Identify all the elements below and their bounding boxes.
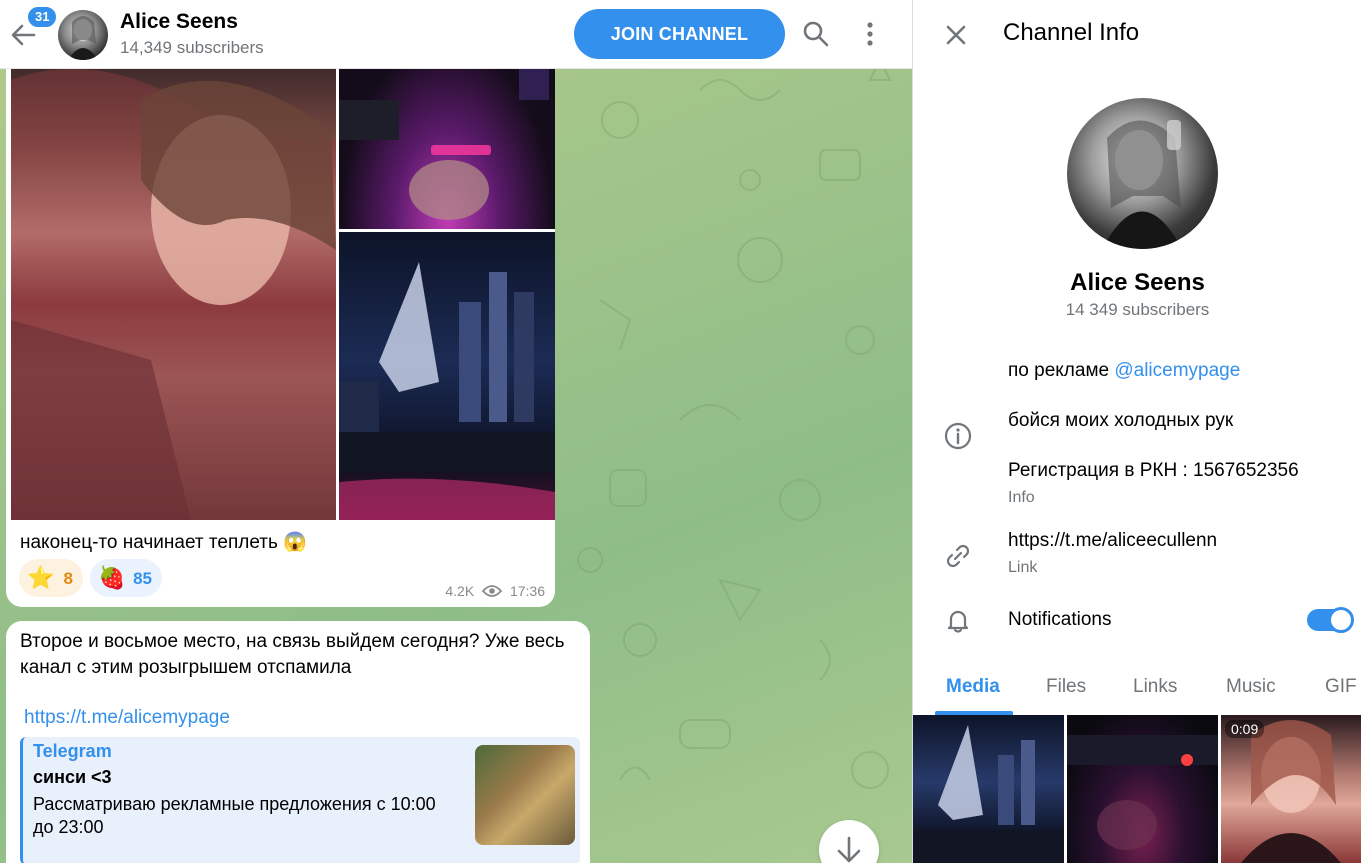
tab-gif[interactable]: GIF (1325, 676, 1357, 698)
album-photo-city-night[interactable] (339, 232, 555, 520)
bio-mention-link[interactable]: @alicemypage (1114, 360, 1240, 381)
chat-header: 31 Alice Seens 14,349 subscribers JOIN C… (0, 0, 912, 69)
tab-links[interactable]: Links (1133, 676, 1177, 698)
message-caption: наконец-то начинает теплеть 😱 (20, 532, 307, 553)
channel-info-panel: Channel Info Alice Seens 14 349 subscrib… (912, 0, 1361, 863)
panel-title: Channel Info (1003, 19, 1140, 46)
close-icon[interactable] (941, 20, 971, 50)
tab-files[interactable]: Files (1046, 676, 1086, 698)
reaction-strawberry[interactable]: 🍓 85 (90, 559, 162, 597)
strawberry-icon: 🍓 (98, 565, 126, 590)
channel-avatar[interactable] (58, 10, 108, 60)
video-duration: 0:09 (1225, 720, 1265, 738)
channel-title[interactable]: Alice Seens (120, 10, 238, 34)
link-icon (946, 544, 970, 568)
media-tile-video[interactable]: 0:09 (1221, 715, 1361, 863)
media-tile-car[interactable] (1067, 715, 1218, 863)
channel-name: Alice Seens (1070, 269, 1205, 296)
link-preview[interactable]: Telegram синси <3 Рассматриваю рекламные… (20, 737, 580, 863)
search-icon[interactable] (800, 18, 832, 50)
bio-line-3: Регистрация в РКН : 1567652356 (1008, 460, 1299, 481)
notifications-label: Notifications (1008, 609, 1112, 630)
reaction-count: 85 (133, 569, 152, 588)
bell-icon (947, 610, 969, 633)
notifications-toggle[interactable] (1307, 607, 1354, 633)
preview-site-name: Telegram (33, 741, 112, 761)
chevron-down-icon (837, 836, 861, 863)
reaction-count: 8 (63, 569, 73, 588)
message-text: Второе и восьмое место, на связь выйдем … (6, 621, 590, 863)
channel-subscriber-count: 14,349 subscribers (120, 38, 264, 57)
album-photo-selfie[interactable] (11, 40, 336, 520)
join-channel-button[interactable]: JOIN CHANNEL (574, 9, 785, 59)
message-link[interactable]: https://t.me/alicemypage (24, 707, 230, 729)
message-time: 17:36 (509, 583, 545, 599)
channel-avatar-large[interactable] (1067, 98, 1218, 249)
channel-link[interactable]: https://t.me/aliceecullenn (1008, 530, 1217, 552)
channel-subscribers: 14 349 subscribers (1065, 300, 1210, 319)
unread-count-badge: 31 (26, 5, 59, 29)
preview-title: синси <3 (33, 767, 112, 787)
tab-media[interactable]: Media (946, 676, 1000, 698)
bio-prefix: по рекламе (1008, 360, 1115, 381)
tab-music[interactable]: Music (1226, 676, 1276, 698)
reaction-star[interactable]: ⭐ 8 (19, 559, 83, 597)
chat-pane: 31 Alice Seens 14,349 subscribers JOIN C… (0, 0, 912, 863)
bio-line-advertising: по рекламе @alicemypage (1008, 360, 1240, 382)
star-icon: ⭐ (27, 565, 55, 590)
message-meta: 4.2K 17:36 (445, 583, 545, 599)
toggle-knob (1328, 607, 1354, 633)
scroll-to-bottom-button[interactable] (819, 820, 879, 863)
preview-thumbnail (475, 745, 575, 845)
info-icon (944, 422, 972, 450)
eye-icon (481, 585, 503, 597)
bio-caption: Info (1008, 489, 1035, 506)
media-tile-city[interactable] (913, 715, 1064, 863)
more-options-icon[interactable] (854, 18, 886, 50)
message-album: наконец-то начинает теплеть 😱 ⭐ 8 🍓 85 4… (6, 40, 555, 607)
link-caption: Link (1008, 559, 1038, 576)
preview-description: Рассматриваю рекламные предложения с 10:… (33, 794, 436, 837)
media-tabs: Media Files Links Music GIF (913, 660, 1361, 715)
view-count: 4.2K (445, 583, 475, 599)
bio-line-2: бойся моих холодных рук (1008, 410, 1234, 431)
message-body: Второе и восьмое место, на связь выйдем … (20, 631, 565, 678)
